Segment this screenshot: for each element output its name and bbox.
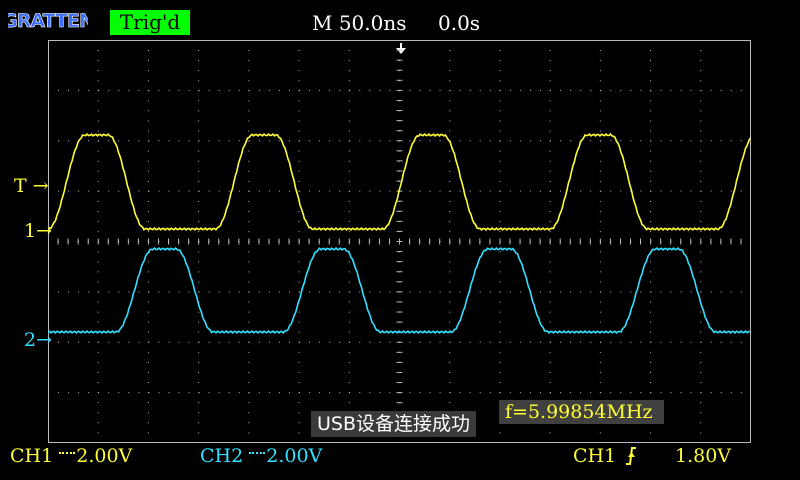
ch2-waveform [48, 246, 751, 335]
waveform-display[interactable] [48, 40, 751, 443]
gratten-logo: GRATTEN [8, 9, 88, 31]
dc-coupling-icon [59, 452, 76, 454]
ch2-label: CH2 [200, 445, 244, 467]
ch1-waveform [48, 132, 751, 232]
rising-edge-icon [626, 447, 636, 465]
trigger-level-marker[interactable]: T → [14, 176, 49, 196]
trigger-status-badge: Trig'd [110, 10, 190, 35]
frequency-readout: f=5.99854MHz [499, 400, 664, 424]
horizontal-position-readout: 0.0s [438, 11, 481, 35]
ch2-offset-marker[interactable]: 2→ [24, 330, 52, 350]
graticule [48, 40, 751, 443]
usb-connected-toast: USB设备连接成功 [311, 411, 477, 437]
ch1-scale[interactable]: CH1 2.00V [10, 443, 132, 469]
status-bar: CH1 2.00V CH2 2.00V CH1 1.80V [0, 443, 800, 473]
trigger-level-readout[interactable]: 1.80V [675, 443, 731, 469]
ch2-scale[interactable]: CH2 2.00V [200, 443, 322, 469]
ch1-volts-div: 2.00V [76, 445, 133, 467]
dc-coupling-icon [249, 452, 266, 454]
ch1-offset-marker[interactable]: 1→ [24, 221, 52, 241]
ch2-volts-div: 2.00V [266, 445, 323, 467]
ch1-label: CH1 [10, 445, 54, 467]
timebase-readout: M 50.0ns [312, 11, 407, 35]
svg-text:GRATTEN: GRATTEN [8, 10, 88, 31]
trigger-source[interactable]: CH1 [573, 443, 616, 469]
